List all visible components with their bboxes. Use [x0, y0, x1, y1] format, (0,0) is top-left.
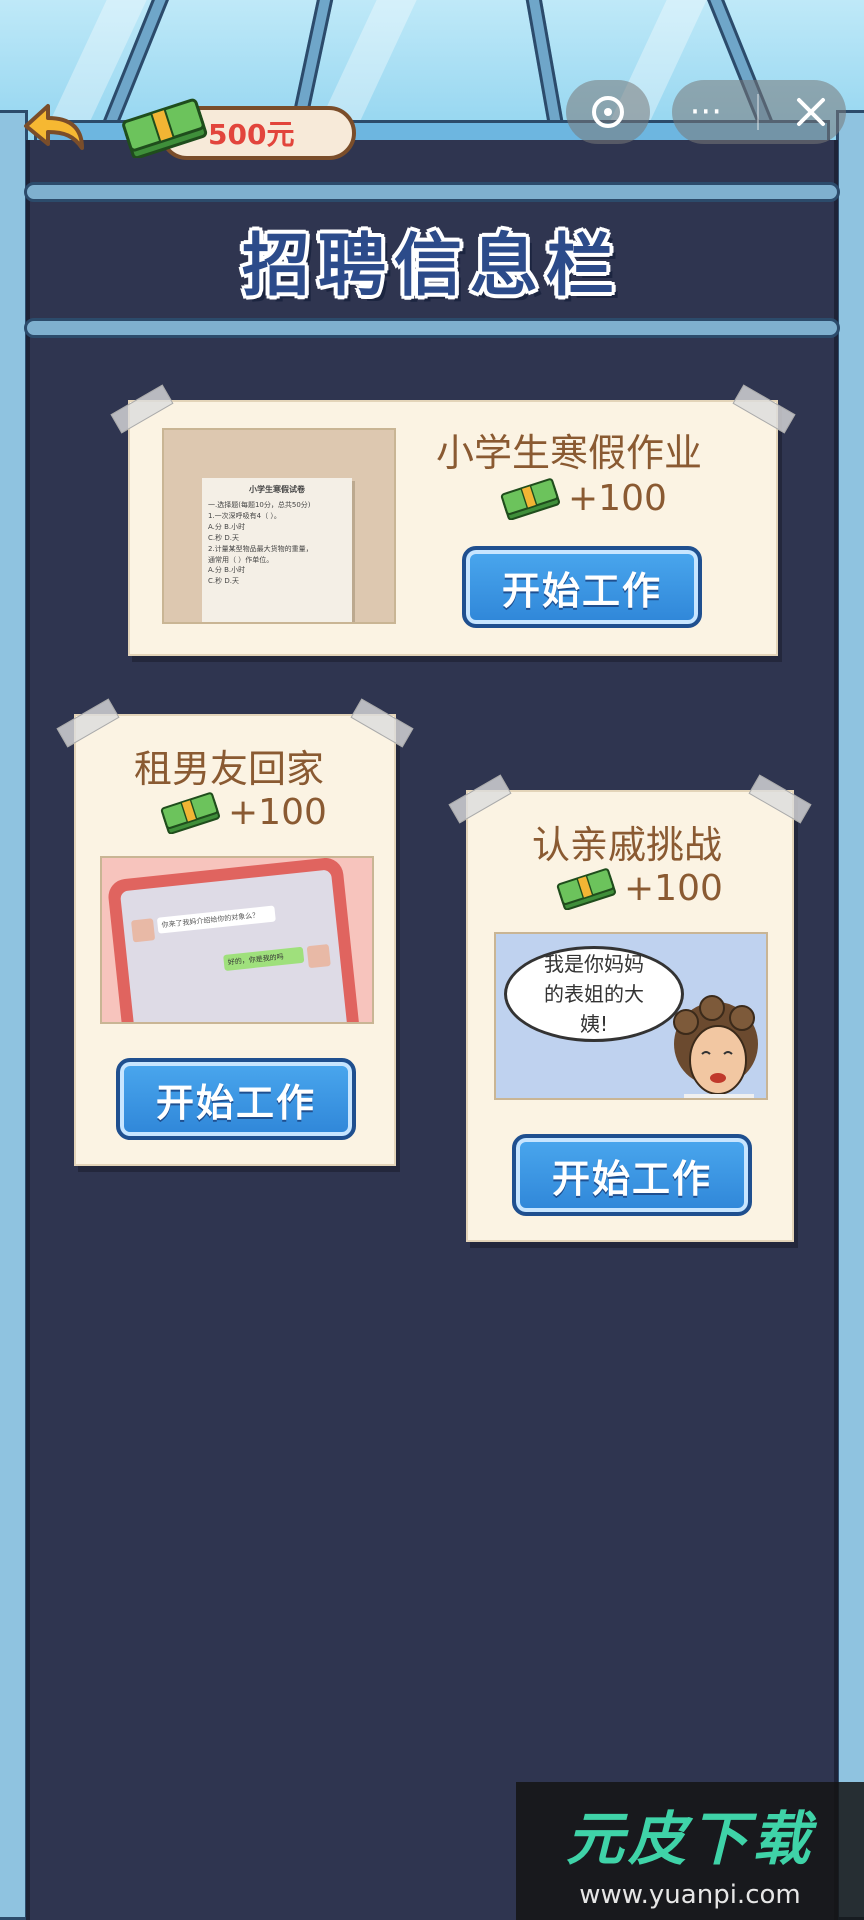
- board-rail-top: [24, 182, 840, 202]
- job-card-homework: 小学生寒假试卷 一.选择题(每题10分，总共50分) 1.一次深呼吸有4（ ）。…: [110, 384, 796, 656]
- exam-line: 2.计量某型物品最大货物的重量，: [208, 544, 313, 553]
- right-pillar: [836, 110, 864, 1920]
- left-pillar: [0, 110, 28, 1920]
- job-reward-value: +100: [228, 791, 327, 833]
- money-balance-text: 500元: [208, 118, 295, 151]
- watermark-url: www.yuanpi.com: [579, 1880, 801, 1910]
- job-title: 小学生寒假作业: [436, 431, 703, 475]
- mini-program-capsule: ···: [672, 80, 846, 144]
- exam-line: 1.一次深呼吸有4（ ）。: [208, 512, 281, 521]
- rent-boyfriend-thumbnail: 你来了我妈介绍给你的对象么？ 好的，你是我的吗: [100, 856, 374, 1024]
- exam-line: A.分 B.小时: [208, 523, 246, 532]
- job-reward-value: +100: [568, 477, 667, 519]
- relatives-thumbnail: 我是你妈妈的表姐的大姨!: [494, 932, 768, 1100]
- phone-screen: 你来了我妈介绍给你的对象么？ 好的，你是我的吗: [119, 869, 349, 1022]
- close-icon[interactable]: [794, 95, 828, 129]
- homework-thumbnail: 小学生寒假试卷 一.选择题(每题10分，总共50分) 1.一次深呼吸有4（ ）。…: [162, 428, 396, 624]
- job-reward: +100: [554, 866, 723, 910]
- exam-line: C.秒 D.天: [208, 533, 239, 542]
- chat-avatar: [130, 918, 156, 943]
- back-arrow-icon: [24, 104, 84, 150]
- job-reward-value: +100: [624, 867, 723, 909]
- exam-line: C.秒 D.天: [208, 577, 239, 586]
- money-stack-icon: [556, 868, 616, 910]
- chat-bubble-right: 好的，你是我的吗: [223, 946, 305, 972]
- start-work-button[interactable]: 开始工作: [116, 1058, 356, 1140]
- exam-paper: 小学生寒假试卷 一.选择题(每题10分，总共50分) 1.一次深呼吸有4（ ）。…: [202, 478, 352, 622]
- chat-avatar: [306, 944, 331, 969]
- money-stack-icon: [122, 98, 208, 158]
- capsule-divider: [757, 94, 760, 130]
- start-work-button[interactable]: 开始工作: [462, 546, 702, 628]
- watermark-logo: 元皮下载: [565, 1805, 814, 1873]
- job-reward: +100: [498, 476, 667, 520]
- phone-illustration: 你来了我妈介绍给你的对象么？ 好的，你是我的吗: [106, 858, 362, 1022]
- job-title: 租男友回家: [134, 747, 325, 791]
- game-center-button[interactable]: [566, 80, 650, 144]
- job-card-relatives: 认亲戚挑战 +100 我是你妈妈的表姐的大姨! 开始工作: [448, 774, 812, 1242]
- exam-line: 一.选择题(每题10分，总共50分): [208, 501, 311, 510]
- job-card-rent-boyfriend: 租男友回家 +100 你来了我妈介绍给你的对象么？ 好的，你是我的吗 开始工作: [56, 698, 414, 1166]
- back-button[interactable]: [18, 100, 90, 156]
- board-rail-mid: [24, 318, 840, 338]
- watermark: 元皮下载 www.yuanpi.com: [516, 1782, 864, 1920]
- page-title: 招聘信息栏: [241, 227, 622, 306]
- money-stack-icon: [500, 478, 560, 520]
- more-menu-icon[interactable]: ···: [690, 95, 722, 129]
- start-work-button[interactable]: 开始工作: [512, 1134, 752, 1216]
- aunt-character: [673, 995, 758, 1098]
- game-icon: [592, 96, 624, 128]
- job-title: 认亲戚挑战: [532, 823, 723, 867]
- chat-bubble-left: 你来了我妈介绍给你的对象么？: [156, 905, 276, 934]
- money-stack-icon: [160, 792, 220, 834]
- exam-line: 通常用（ ）作单位。: [208, 555, 274, 564]
- job-reward: +100: [158, 790, 327, 834]
- exam-paper-title: 小学生寒假试卷: [249, 485, 305, 494]
- exam-line: A.分 B.小时: [208, 566, 246, 575]
